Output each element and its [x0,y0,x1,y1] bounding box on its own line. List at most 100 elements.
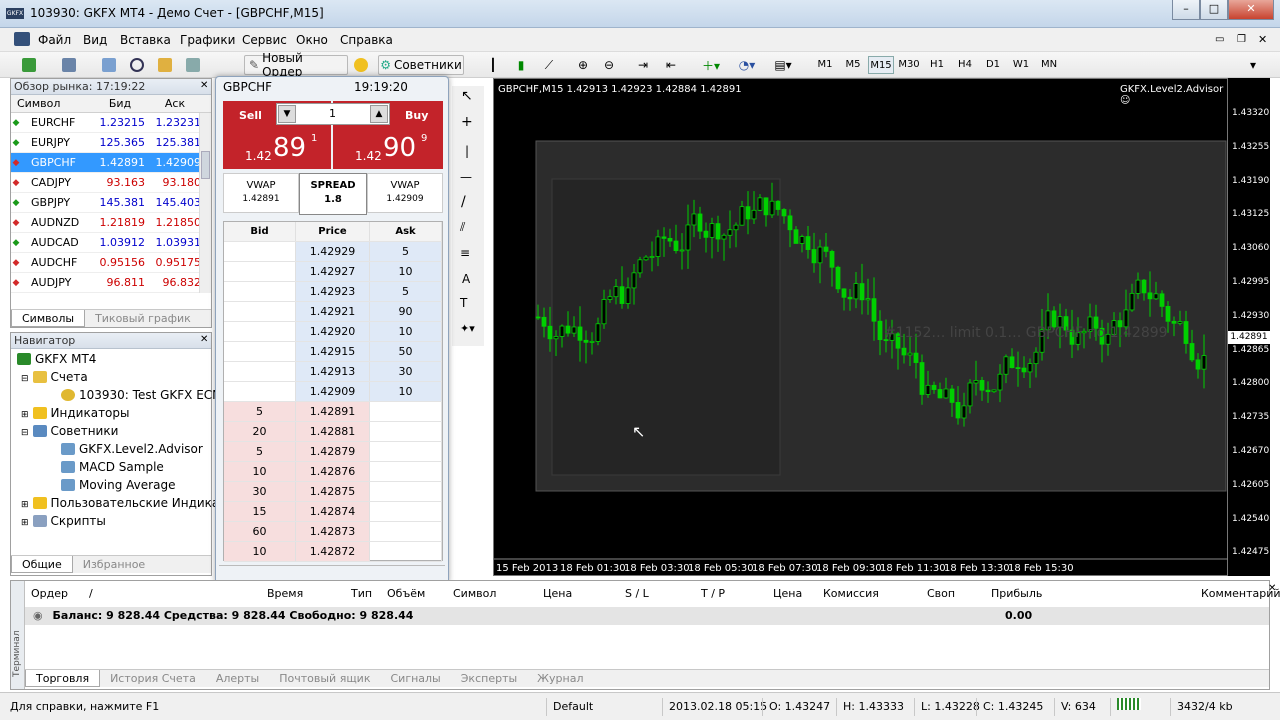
menu-view[interactable]: Вид [83,33,107,47]
tab-symbols[interactable]: Символы [11,310,86,327]
menu-window[interactable]: Окно [296,33,328,47]
terminal-icon[interactable] [182,55,204,75]
templates-icon[interactable]: ▤▾ [768,55,798,75]
dom-row[interactable]: 20 1.42881 [224,422,442,442]
dom-row[interactable]: 60 1.42873 [224,522,442,542]
nav-accounts[interactable]: ⊟ Счета [21,368,88,386]
dom-row[interactable]: 1.42927 10 [224,262,442,282]
nav-account-item[interactable]: 103930: Test GKFX ECN [61,386,221,404]
col-ask[interactable]: Аск [149,95,201,112]
zoom-out-icon[interactable]: ⊖ [598,55,620,75]
dom-row[interactable]: 1.42909 10 [224,382,442,402]
indicators-icon[interactable]: ＋▾ [696,55,726,75]
tf-mn[interactable]: MN [1036,56,1062,74]
tf-m30[interactable]: M30 [896,56,922,74]
tf-h4[interactable]: H4 [952,56,978,74]
col-bid[interactable]: Бид [91,95,149,112]
market-watch-row[interactable]: ◆ GBPCHF 1.42891 1.42909 [11,153,211,173]
terminal-tab[interactable]: История Счета [100,670,206,687]
dom-row[interactable]: 30 1.42875 [224,482,442,502]
terminal-col-header[interactable]: Ордер [31,587,68,600]
terminal-tab[interactable]: Эксперты [451,670,527,687]
autoscroll-icon[interactable]: ⇤ [660,55,682,75]
dom-row[interactable]: 5 1.42891 [224,402,442,422]
dom-row[interactable]: 1.42921 90 [224,302,442,322]
navigator-close-icon[interactable]: ✕ [200,334,208,345]
market-watch-scrollbar[interactable] [199,113,211,293]
terminal-col-header[interactable]: S / L [625,587,649,600]
chart-shift-icon[interactable]: ⇥ [632,55,654,75]
cursor-icon[interactable]: ↖ [461,88,473,104]
text-icon[interactable]: A [462,272,470,286]
doc-icon[interactable] [14,32,30,46]
terminal-tab[interactable]: Почтовый ящик [269,670,380,687]
price-chart[interactable]: 15 Feb 2013 18 Feb 01:30 18 Feb 03:30 18 Fe… [493,78,1229,576]
vertical-line-icon[interactable]: | [465,144,469,158]
nav-ea-ma[interactable]: Moving Average [61,476,175,494]
market-watch-row[interactable]: ◆ EURJPY 125.365 125.381 [11,133,211,153]
dom-row[interactable]: 1.42915 50 [224,342,442,362]
terminal-col-header[interactable]: Своп [927,587,955,600]
nav-ea-macd[interactable]: MACD Sample [61,458,164,476]
connection-icon[interactable] [1110,698,1170,716]
line-chart-icon[interactable]: ⟋ [538,55,560,75]
close-button[interactable]: ✕ [1228,0,1274,20]
profiles-icon[interactable] [54,55,84,75]
fibo-icon[interactable]: ≡ [460,246,470,260]
tab-common[interactable]: Общие [11,556,73,573]
mdi-minimize-button[interactable]: ▭ [1215,34,1224,45]
terminal-tab[interactable]: Торговля [25,670,101,687]
new-chart-icon[interactable] [16,55,42,75]
tab-tick-chart[interactable]: Тиковый график [85,310,201,327]
dom-row[interactable]: 15 1.42874 [224,502,442,522]
periods-icon[interactable]: ◔▾ [732,55,762,75]
trendline-icon[interactable]: / [461,194,466,210]
dom-row[interactable]: 1.42913 30 [224,362,442,382]
menu-charts[interactable]: Графики [180,33,235,47]
nav-custom-indicators[interactable]: ⊞ Пользовательские Индикат [21,494,226,512]
market-watch-row[interactable]: ◆ AUDJPY 96.811 96.832 [11,273,211,293]
toolbar-options-icon[interactable]: ▾ [1242,55,1264,75]
label-icon[interactable]: T [460,296,467,310]
nav-experts[interactable]: ⊟ Советники [21,422,118,440]
menu-insert[interactable]: Вставка [120,33,171,47]
dom-row[interactable]: 10 1.42876 [224,462,442,482]
menu-file[interactable]: Файл [38,33,71,47]
lot-increase-button[interactable]: ▲ [370,105,388,123]
balance-row[interactable]: ◉ Баланс: 9 828.44 Средства: 9 828.44 Св… [25,607,1269,625]
tf-h1[interactable]: H1 [924,56,950,74]
mdi-restore-button[interactable]: ❐ [1237,34,1246,45]
lot-value[interactable]: 1 [329,107,336,120]
horizontal-line-icon[interactable]: — [460,170,472,184]
crosshair-icon[interactable]: + [461,114,473,130]
experts-button[interactable]: ⚙ Советники [378,55,464,75]
tf-m5[interactable]: M5 [840,56,866,74]
bar-chart-icon[interactable]: ┃ [482,55,504,75]
terminal-tab[interactable]: Журнал [527,670,593,687]
tf-m15[interactable]: M15 [868,56,894,74]
tf-m1[interactable]: M1 [812,56,838,74]
terminal-col-header[interactable]: Цена [543,587,572,600]
terminal-col-header[interactable]: Время [267,587,303,600]
market-watch-close-icon[interactable]: ✕ [200,80,208,91]
terminal-tab[interactable]: Сигналы [380,670,450,687]
terminal-col-header[interactable]: Комментарий [1201,587,1280,600]
lot-decrease-button[interactable]: ▼ [278,105,296,123]
market-watch-row[interactable]: ◆ AUDNZD 1.21819 1.21850 [11,213,211,233]
tf-w1[interactable]: W1 [1008,56,1034,74]
dom-row[interactable]: 1.42920 10 [224,322,442,342]
terminal-col-header[interactable]: Прибыль [991,587,1042,600]
new-order-button[interactable]: ✎ Новый Ордер [244,51,348,79]
market-watch-row[interactable]: ◆ CADJPY 93.163 93.180 [11,173,211,193]
terminal-col-header[interactable]: Комиссия [823,587,879,600]
metaeditor-icon[interactable] [350,55,372,75]
dom-row[interactable]: 1.42929 5 [224,242,442,262]
mdi-close-button[interactable]: ✕ [1258,33,1267,46]
nav-scripts[interactable]: ⊞ Скрипты [21,512,106,530]
dom-row[interactable]: 10 1.42872 [224,542,442,562]
terminal-col-header[interactable]: Объём [387,587,425,600]
lot-stepper[interactable]: ▼ 1 ▲ [276,103,390,125]
maximize-button[interactable]: □ [1200,0,1228,20]
menu-help[interactable]: Справка [340,33,393,47]
terminal-col-header[interactable]: Цена [773,587,802,600]
